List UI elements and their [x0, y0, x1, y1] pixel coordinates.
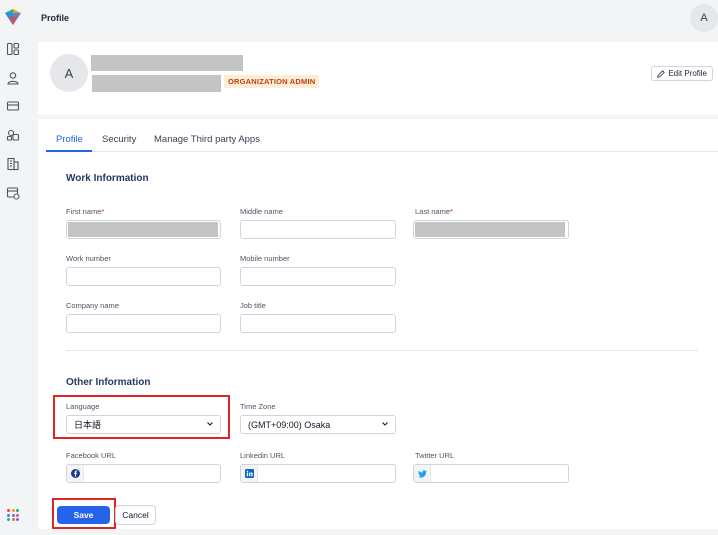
mobile-number-label: Mobile number — [240, 254, 290, 263]
dashboard-icon[interactable] — [6, 42, 20, 56]
job-title-label: Job title — [240, 301, 266, 310]
building-icon[interactable] — [6, 157, 20, 171]
mobile-number-field[interactable] — [240, 267, 396, 286]
last-name-label: Last name* — [415, 207, 453, 216]
facebook-icon-box — [67, 465, 84, 482]
redacted-name — [91, 55, 243, 71]
company-name-label: Company name — [66, 301, 119, 310]
twitter-url-field[interactable] — [413, 464, 569, 483]
linkedin-url-label: Linkedin URL — [240, 451, 286, 460]
linkedin-icon — [244, 469, 254, 478]
timezone-select[interactable]: (GMT+09:00) Osaka — [240, 415, 396, 434]
profile-header: A ORGANIZATION ADMIN Edit Profile — [38, 42, 718, 115]
tab-bar: Profile Security Manage Third party Apps — [46, 119, 718, 152]
chevron-down-icon — [382, 422, 388, 426]
linkedin-url-field[interactable] — [240, 464, 396, 483]
middle-name-field[interactable] — [240, 220, 396, 239]
job-title-field[interactable] — [240, 314, 396, 333]
section-divider — [66, 350, 698, 351]
work-number-label: Work number — [66, 254, 111, 263]
edit-profile-label: Edit Profile — [668, 69, 707, 78]
card-icon[interactable] — [6, 99, 20, 113]
chevron-down-icon — [207, 422, 213, 426]
twitter-url-label: Twitter URL — [415, 451, 455, 460]
work-number-field[interactable] — [66, 267, 221, 286]
profile-avatar: A — [50, 54, 88, 92]
facebook-icon — [70, 469, 80, 478]
role-badge: ORGANIZATION ADMIN — [224, 75, 320, 88]
user-icon[interactable] — [6, 71, 20, 85]
tab-third-party-apps[interactable]: Manage Third party Apps — [154, 134, 260, 145]
first-name-field[interactable] — [66, 220, 221, 239]
tab-profile[interactable]: Profile — [56, 134, 83, 145]
language-select[interactable]: 日本語 — [66, 415, 221, 434]
pencil-icon — [657, 69, 666, 78]
last-name-field[interactable] — [413, 220, 569, 239]
redacted-last-name — [415, 222, 565, 237]
linkedin-icon-box — [241, 465, 258, 482]
profile-form-card: Profile Security Manage Third party Apps… — [38, 119, 718, 529]
apps-grid-icon[interactable] — [7, 509, 19, 521]
timezone-label: Time Zone — [240, 402, 276, 411]
other-info-title: Other Information — [66, 377, 151, 388]
cancel-button[interactable]: Cancel — [115, 505, 156, 525]
twitter-icon — [417, 469, 427, 478]
top-bar: Profile A — [28, 0, 718, 38]
redacted-first-name — [68, 222, 218, 237]
user-avatar[interactable]: A — [690, 4, 718, 32]
calendar-card-icon[interactable] — [6, 186, 20, 200]
twitter-icon-box — [414, 465, 431, 482]
redacted-email — [92, 75, 221, 92]
active-tab-indicator — [46, 150, 92, 152]
facebook-url-label: Facebook URL — [66, 451, 117, 460]
page-title: Profile — [41, 13, 70, 23]
work-info-title: Work Information — [66, 173, 149, 184]
language-label: Language — [66, 402, 100, 411]
facebook-url-field[interactable] — [66, 464, 221, 483]
language-value: 日本語 — [74, 420, 102, 430]
first-name-label: First name* — [66, 207, 105, 216]
save-button[interactable]: Save — [57, 506, 110, 524]
timezone-value: (GMT+09:00) Osaka — [248, 419, 331, 430]
company-name-field[interactable] — [66, 314, 221, 333]
tab-security[interactable]: Security — [102, 134, 136, 145]
edit-profile-button[interactable]: Edit Profile — [651, 66, 713, 81]
middle-name-label: Middle name — [240, 207, 283, 216]
sidebar — [0, 0, 28, 535]
app-logo-icon[interactable] — [4, 8, 22, 26]
shapes-icon[interactable] — [6, 128, 20, 142]
